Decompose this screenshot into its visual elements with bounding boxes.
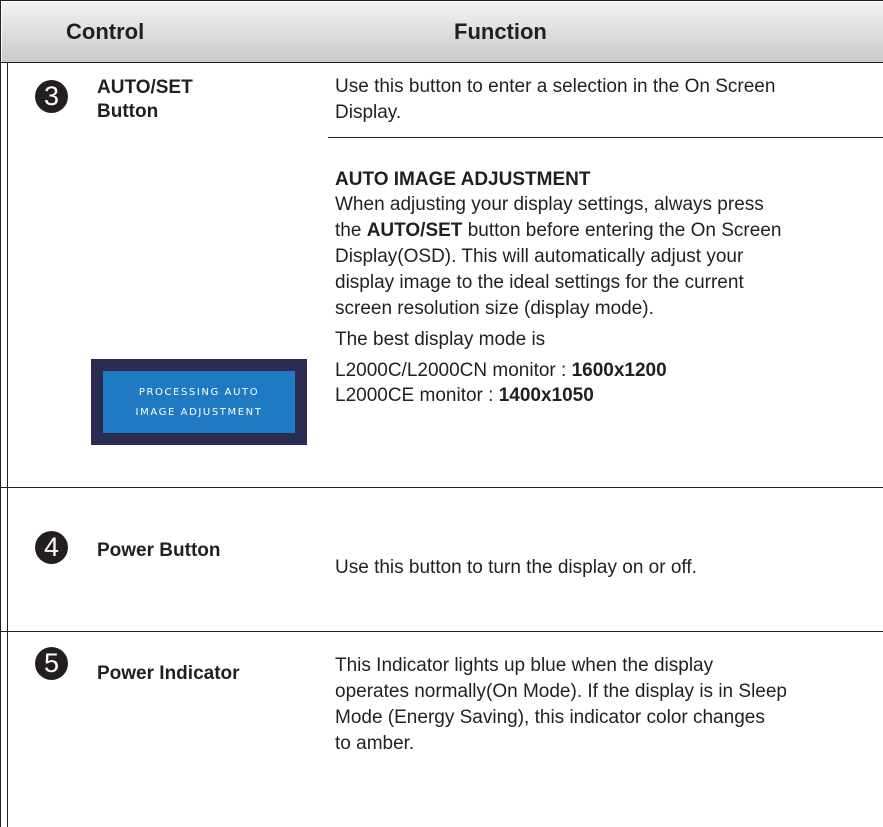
- best-mode-label: The best display mode is: [335, 329, 546, 350]
- osd-screen: PROCESSING AUTO IMAGE ADJUSTMENT: [103, 371, 295, 433]
- power-indicator-desc-line3: Mode (Energy Saving), this indicator col…: [335, 707, 765, 728]
- auto-image-heading: AUTO IMAGE ADJUSTMENT: [335, 169, 591, 190]
- row-divider-2: [0, 631, 883, 632]
- auto-set-divider: [328, 137, 883, 138]
- number-5-icon: 5: [35, 647, 68, 680]
- osd-text-line2: IMAGE ADJUSTMENT: [135, 407, 263, 418]
- auto-image-para-line2: the AUTO/SET button before entering the …: [335, 218, 880, 243]
- auto-set-bold: AUTO/SET: [366, 220, 463, 241]
- control-power-indicator: Power Indicator: [97, 663, 240, 684]
- para-text: button before entering the On Screen: [462, 220, 782, 241]
- mode1-value: 1600x1200: [571, 360, 667, 381]
- table-left-border: [0, 0, 1, 827]
- para-text: the: [335, 220, 367, 241]
- auto-image-para-line4: display image to the ideal settings for …: [335, 272, 744, 293]
- header-function: Function: [454, 19, 547, 44]
- number-4-icon: 4: [35, 531, 68, 564]
- control-power-button: Power Button: [97, 540, 221, 561]
- auto-image-para-line1: When adjusting your display settings, al…: [335, 194, 764, 215]
- auto-set-desc-line1: Use this button to enter a selection in …: [335, 76, 776, 97]
- mode1-label: L2000C/L2000CN monitor :: [335, 360, 572, 381]
- table-left-inner-border: [7, 62, 8, 827]
- header-control: Control: [66, 19, 145, 44]
- mode2-line: L2000CE monitor : 1400x1050: [335, 383, 880, 408]
- osd-preview-image: PROCESSING AUTO IMAGE ADJUSTMENT: [91, 359, 307, 445]
- mode2-label: L2000CE monitor :: [335, 385, 499, 406]
- mode2-value: 1400x1050: [498, 385, 594, 406]
- mode1-line: L2000C/L2000CN monitor : 1600x1200: [335, 358, 880, 383]
- number-3-icon: 3: [35, 80, 68, 113]
- auto-set-desc-line2: Display.: [335, 102, 402, 123]
- header-bottom-border: [0, 62, 883, 63]
- control-auto-set-line1: AUTO/SET: [97, 77, 193, 98]
- power-indicator-desc-line4: to amber.: [335, 733, 415, 754]
- auto-image-para-line3: Display(OSD). This will automatically ad…: [335, 246, 744, 267]
- table-header: Control Function: [2, 2, 883, 62]
- osd-text-line1: PROCESSING AUTO: [138, 387, 260, 398]
- power-indicator-desc-line2: operates normally(On Mode). If the displ…: [335, 681, 787, 702]
- auto-image-para-line5: screen resolution size (display mode).: [335, 298, 654, 319]
- power-indicator-desc-line1: This Indicator lights up blue when the d…: [335, 655, 714, 676]
- table-top-border: [0, 0, 883, 1]
- row-divider-1: [0, 487, 883, 488]
- control-auto-set-line2: Button: [97, 101, 159, 122]
- power-button-desc: Use this button to turn the display on o…: [335, 557, 697, 578]
